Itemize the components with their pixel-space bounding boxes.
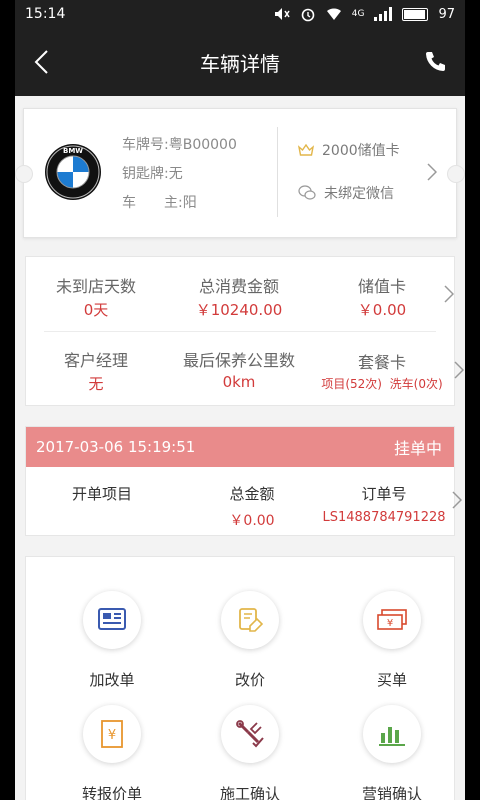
order-time: 2017-03-06 15:19:51: [36, 438, 196, 456]
stats-divider: [44, 331, 436, 332]
bmw-logo-text: BMW: [63, 147, 83, 155]
phone-icon: [426, 52, 445, 71]
stored-card-row: 2000储值卡: [298, 139, 400, 161]
page-title: 车辆详情: [200, 51, 280, 76]
document-icon: [98, 608, 126, 630]
total-value: ￥10240.00: [195, 301, 283, 319]
quote-icon: ¥: [101, 720, 123, 748]
chevron-left-icon: [34, 50, 48, 74]
manager-stat: 客户经理 无: [26, 347, 166, 394]
divider: [277, 127, 278, 217]
package-wash: 洗车(0次): [389, 377, 443, 391]
chevron-right-icon[interactable]: [454, 361, 464, 379]
app-screen: 15:14 4G 97 车辆详情 BMW 车牌号:粤B00000 钥匙牌:无 车…: [15, 0, 465, 800]
nav-bar: 车辆详情: [15, 28, 465, 96]
status-time: 15:14: [25, 6, 66, 22]
price-tag-icon: [239, 608, 264, 632]
order-card[interactable]: 2017-03-06 15:19:51 挂单中 开单项目 总金额 ￥0.00 订…: [25, 426, 462, 536]
membership-info: 2000储值卡 未绑定微信: [298, 139, 400, 225]
car-details: 车牌号:粤B00000 钥匙牌:无 车 主:阳: [122, 131, 237, 218]
mileage-stat: 最后保养公里数 0km: [169, 347, 309, 391]
days-stat: 未到店天数 0天: [26, 273, 166, 320]
order-header: 2017-03-06 15:19:51 挂单中: [26, 427, 454, 467]
stored-value: ￥0.00: [357, 301, 407, 319]
order-number-value: LS1488784791228: [322, 510, 446, 525]
stats-card: 未到店天数 0天 总消费金额 ￥10240.00 储值卡 ￥0.00 客户经理 …: [25, 256, 464, 406]
owner-value: 阳: [182, 195, 197, 211]
plate-value: 粤B00000: [168, 137, 237, 153]
call-button[interactable]: [417, 47, 447, 77]
svg-text:¥: ¥: [108, 728, 116, 743]
svg-text:¥: ¥: [387, 618, 393, 629]
package-stat[interactable]: 套餐卡 项目(52次) 洗车(0次): [312, 349, 452, 392]
menu-checkout[interactable]: ¥ 买单: [332, 591, 452, 690]
chevron-right-icon: [427, 163, 437, 181]
key-value: 无: [168, 166, 183, 182]
order-project: 开单项目: [71, 485, 132, 503]
network-type: 4G: [351, 9, 365, 19]
menu-construction-confirm[interactable]: 施工确认: [190, 705, 310, 800]
back-button[interactable]: [33, 47, 63, 77]
owner-row: 车 主:阳: [122, 195, 197, 211]
crown-icon: [298, 144, 314, 156]
menu-marketing-confirm[interactable]: 营销确认: [332, 705, 452, 800]
stored-stat[interactable]: 储值卡 ￥0.00: [312, 273, 452, 320]
chevron-right-icon: [452, 491, 462, 509]
alarm-icon: [301, 8, 315, 22]
battery-icon: [402, 7, 429, 21]
manager-value: 无: [88, 375, 104, 393]
order-number: 订单号 LS1488784791228: [309, 483, 459, 525]
total-stat: 总消费金额 ￥10240.00: [169, 273, 309, 320]
wechat-row: 未绑定微信: [298, 182, 400, 204]
days-value: 0天: [83, 301, 109, 319]
stored-card-text: 2000储值卡: [322, 143, 400, 159]
battery-level: 97: [438, 6, 455, 22]
order-status: 挂单中: [393, 439, 442, 458]
status-icons: 4G 97: [274, 6, 455, 22]
order-amount-value: ￥0.00: [229, 513, 275, 529]
order-amount: 总金额 ￥0.00: [182, 483, 322, 530]
plate-row: 车牌号:粤B00000: [122, 137, 237, 153]
mute-icon: [274, 8, 290, 20]
menu-change-price[interactable]: 改价: [190, 591, 310, 690]
wrench-icon: [236, 720, 264, 748]
bar-chart-icon: [379, 727, 405, 746]
status-bar: 15:14 4G 97: [15, 0, 465, 28]
wifi-icon: [326, 8, 341, 20]
chevron-right-icon[interactable]: [444, 285, 454, 303]
car-info-card[interactable]: BMW 车牌号:粤B00000 钥匙牌:无 车 主:阳 2000储值卡 未绑定微…: [15, 108, 465, 238]
key-row: 钥匙牌:无: [122, 166, 183, 182]
cash-icon: ¥: [377, 609, 407, 630]
bmw-logo: BMW: [45, 144, 101, 200]
package-items: 项目(52次): [321, 377, 382, 391]
action-menu: 加改单 改价 ¥ 买单 ¥ 转报价单 施工确认 营销确认: [25, 556, 455, 800]
signal-icon: [374, 7, 393, 21]
wechat-text: 未绑定微信: [324, 186, 394, 202]
wechat-icon: [298, 185, 316, 200]
mileage-value: 0km: [222, 373, 256, 391]
menu-add-modify-order[interactable]: 加改单: [52, 591, 172, 690]
menu-convert-quote[interactable]: ¥ 转报价单: [52, 705, 172, 800]
